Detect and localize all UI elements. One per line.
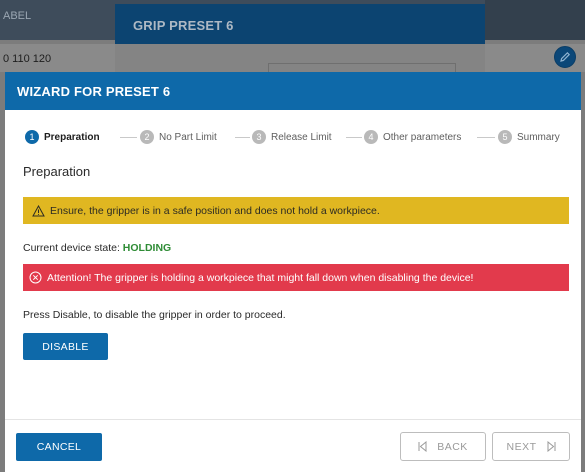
error-text: Attention! The gripper is holding a work…: [47, 271, 474, 284]
error-circle-icon: [29, 271, 42, 284]
wizard-dialog: WIZARD FOR PRESET 6 1 Preparation 2 No P…: [5, 72, 581, 472]
instruction-text: Press Disable, to disable the gripper in…: [23, 309, 286, 321]
cancel-button[interactable]: CANCEL: [16, 433, 102, 461]
step-connector: [346, 137, 362, 138]
warning-triangle-icon: [32, 204, 45, 216]
footer-divider: [5, 419, 581, 420]
step-summary[interactable]: 5 Summary: [498, 129, 560, 145]
step-label: Other parameters: [383, 131, 462, 143]
disable-button[interactable]: DISABLE: [23, 333, 108, 360]
background-row-value: 0 110 120: [3, 53, 52, 65]
wizard-stepper: 1 Preparation 2 No Part Limit 3 Release …: [25, 129, 570, 145]
next-button[interactable]: NEXT: [492, 432, 570, 461]
next-button-label: NEXT: [506, 440, 537, 453]
device-state-value: HOLDING: [122, 242, 172, 254]
step-number: 1: [25, 130, 39, 144]
step-label: Preparation: [44, 131, 100, 143]
section-title: Preparation: [23, 164, 91, 179]
background-header-end: [485, 0, 585, 40]
step-label: Release Limit: [271, 131, 332, 143]
step-number: 2: [140, 130, 154, 144]
step-preparation[interactable]: 1 Preparation: [25, 129, 100, 145]
step-number: 4: [364, 130, 378, 144]
skip-forward-icon: [547, 441, 555, 452]
pencil-icon: [554, 46, 576, 68]
device-state-label: Current device state:: [23, 242, 123, 254]
wizard-header: WIZARD FOR PRESET 6: [5, 72, 581, 110]
device-state: Current device state: HOLDING: [23, 242, 171, 254]
step-number: 3: [252, 130, 266, 144]
step-connector: [120, 137, 137, 138]
background-dialog-title: GRIP PRESET 6: [133, 18, 234, 33]
back-button[interactable]: BACK: [400, 432, 486, 461]
step-label: No Part Limit: [159, 131, 217, 143]
step-connector: [235, 137, 250, 138]
step-release-limit[interactable]: 3 Release Limit: [252, 129, 332, 145]
background-column-label: ABEL: [3, 10, 32, 22]
step-other-parameters[interactable]: 4 Other parameters: [364, 129, 461, 145]
wizard-title: WIZARD FOR PRESET 6: [17, 84, 171, 99]
back-button-label: BACK: [437, 440, 468, 453]
warning-text: Ensure, the gripper is in a safe positio…: [50, 204, 380, 217]
skip-back-icon: [418, 441, 427, 452]
error-banner: Attention! The gripper is holding a work…: [23, 264, 569, 291]
step-label: Summary: [517, 131, 560, 143]
warning-banner: Ensure, the gripper is in a safe positio…: [23, 197, 569, 224]
step-connector: [477, 137, 495, 138]
step-number: 5: [498, 130, 512, 144]
step-no-part-limit[interactable]: 2 No Part Limit: [140, 129, 217, 145]
